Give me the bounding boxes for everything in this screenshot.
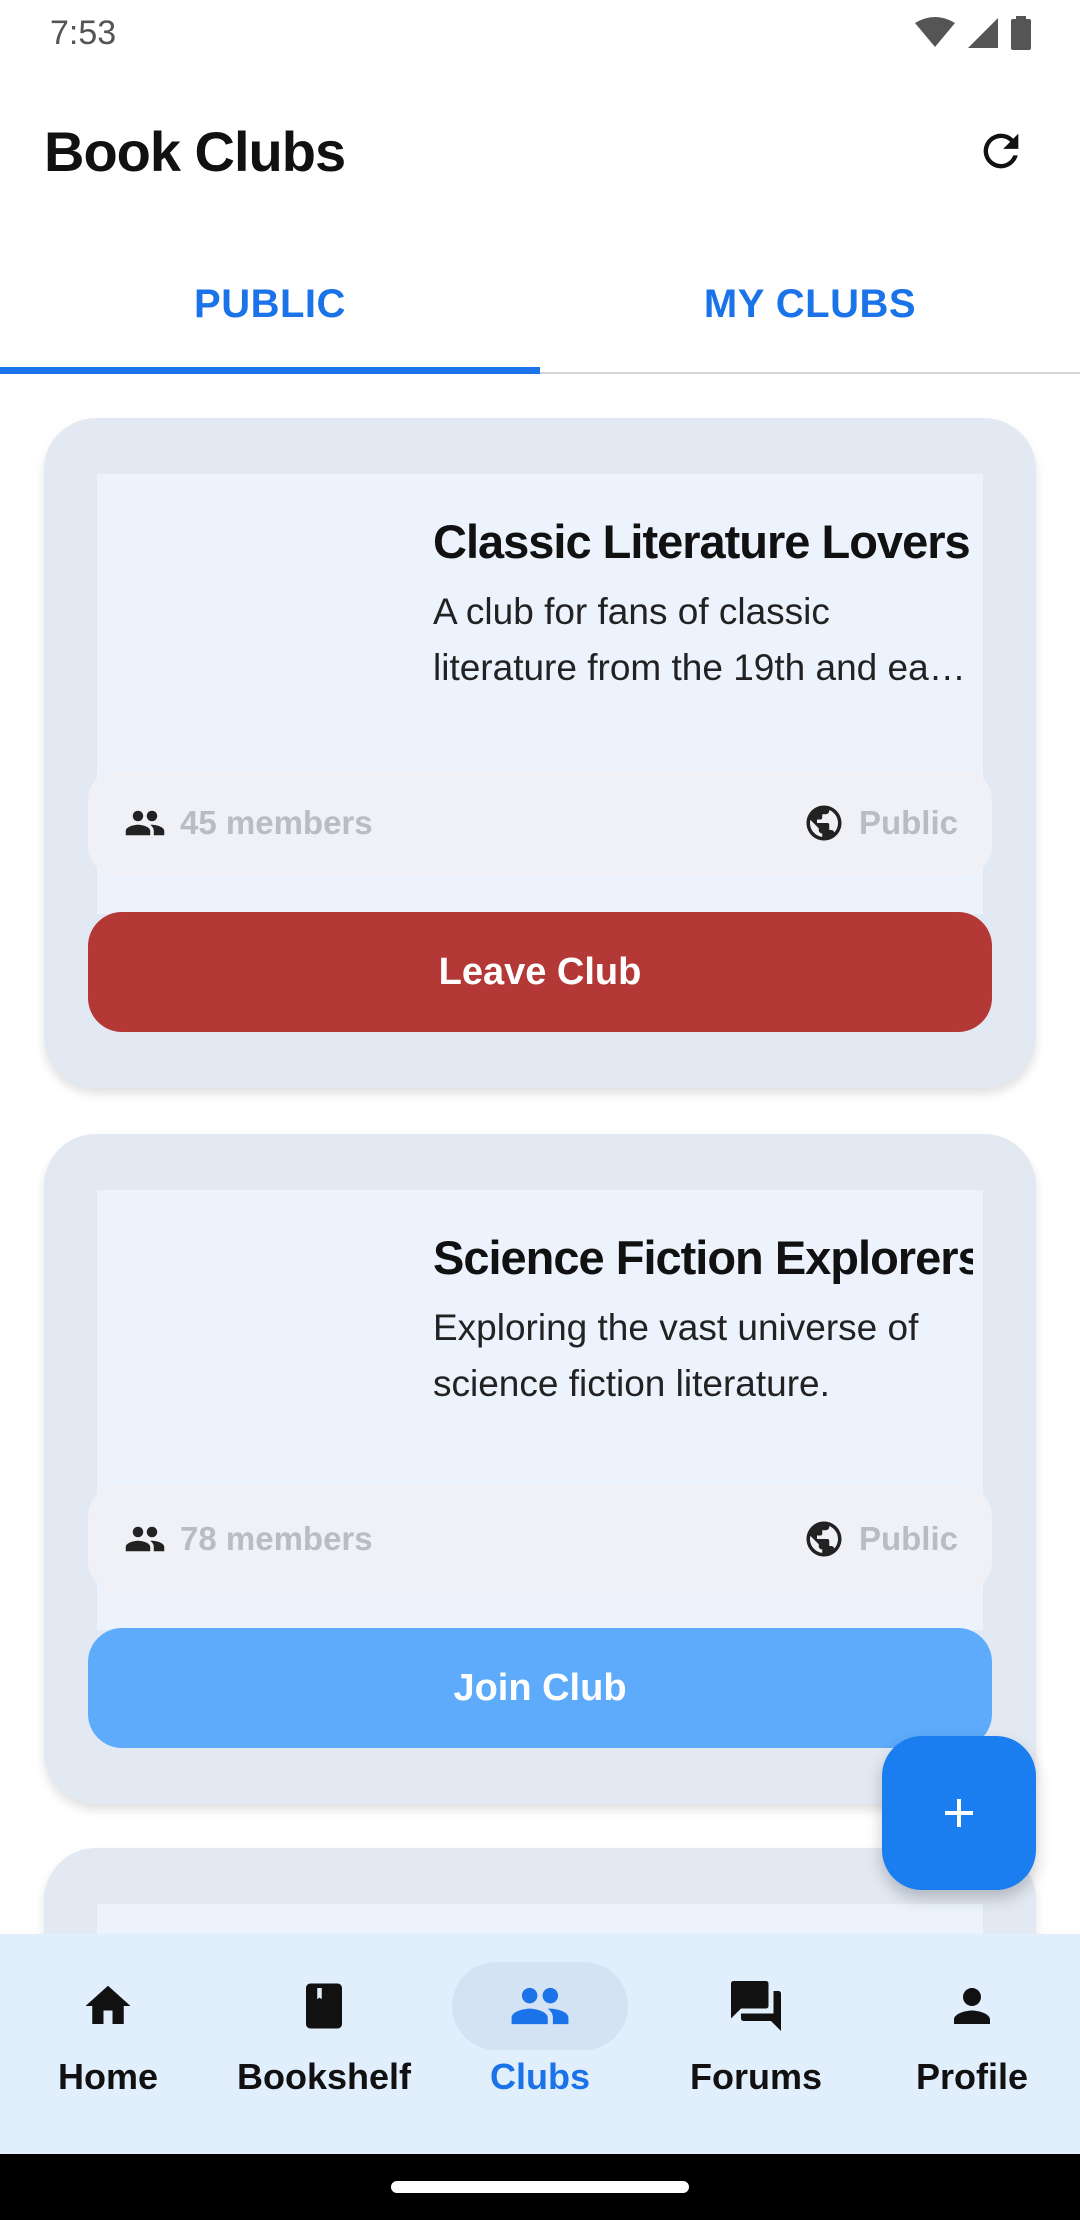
status-bar: 7:53: [0, 0, 1080, 66]
tab-bar: PUBLIC MY CLUBS: [0, 236, 1080, 374]
create-club-button[interactable]: [882, 1736, 1036, 1890]
group-icon: [125, 1526, 165, 1552]
group-icon: [125, 810, 165, 836]
tab-my-clubs[interactable]: MY CLUBS: [540, 236, 1080, 372]
app-bar: Book Clubs: [0, 66, 1080, 236]
club-description: A club for fans of classic literature fr…: [433, 591, 968, 688]
nav-profile[interactable]: Profile: [864, 1934, 1080, 2154]
nav-icon-container: [236, 1962, 412, 2050]
nav-label: Profile: [915, 2056, 1029, 2097]
visibility-label: Public: [858, 804, 958, 841]
club-list[interactable]: Classic Literature Lovers A club for fan…: [0, 376, 1080, 1934]
visibility-label: Public: [858, 1520, 958, 1557]
join-club-button[interactable]: Join Club: [88, 1628, 992, 1748]
nav-label: Bookshelf: [236, 2056, 412, 2097]
member-count: 45 members: [124, 802, 373, 844]
nav-label: Forums: [689, 2056, 822, 2097]
club-name: Classic Literature Lovers: [433, 515, 971, 568]
refresh-icon: [983, 133, 1019, 169]
leave-club-button[interactable]: Leave Club: [88, 912, 992, 1032]
status-time: 7:53: [50, 13, 117, 52]
club-card[interactable]: Science Fiction Explorers Exploring the …: [44, 1134, 1036, 1804]
nav-bookshelf[interactable]: Bookshelf: [216, 1934, 432, 2154]
plus-icon: [945, 1799, 973, 1827]
member-count: 78 members: [124, 1518, 373, 1560]
member-count-label: 45 members: [180, 804, 373, 841]
globe-icon: [806, 805, 842, 841]
person-icon: [954, 1988, 990, 2024]
nav-label: Clubs: [489, 2056, 590, 2097]
club-card-content: [97, 1904, 983, 1934]
club-meta-row: 45 members Public: [88, 770, 992, 876]
group-icon: [511, 1987, 569, 2025]
signal-icon: [968, 18, 998, 48]
bottom-navigation: Home Bookshelf Clubs Forums Profile: [0, 1934, 1080, 2154]
forum-icon: [731, 1981, 781, 2031]
wifi-icon: [915, 17, 955, 47]
nav-label: Home: [57, 2056, 159, 2097]
refresh-button[interactable]: [966, 116, 1036, 186]
club-card[interactable]: Classic Literature Lovers A club for fan…: [44, 418, 1036, 1088]
visibility: Public: [803, 802, 958, 844]
page-title: Book Clubs: [44, 119, 346, 183]
club-description: Exploring the vast universe of science f…: [433, 1307, 919, 1404]
battery-icon: [1011, 16, 1031, 50]
club-meta-row: 78 members Public: [88, 1486, 992, 1592]
nav-home[interactable]: Home: [0, 1934, 216, 2154]
home-gesture-handle[interactable]: [391, 2181, 689, 2193]
nav-clubs[interactable]: Clubs: [432, 1934, 648, 2154]
nav-icon-container: [884, 1962, 1060, 2050]
nav-icon-container: [20, 1962, 196, 2050]
club-name: Science Fiction Explorers: [433, 1231, 973, 1284]
club-cover-image: [97, 1190, 377, 1470]
globe-icon: [806, 1521, 842, 1557]
visibility: Public: [803, 1518, 958, 1560]
tab-public[interactable]: PUBLIC: [0, 236, 540, 374]
status-icons: [914, 16, 1032, 50]
club-cover-image: [97, 474, 377, 754]
bookshelf-icon: [306, 1983, 342, 2029]
nav-icon-container: [452, 1962, 628, 2050]
member-count-label: 78 members: [180, 1520, 373, 1557]
home-icon: [85, 1985, 131, 2024]
system-gesture-bar: [0, 2154, 1080, 2220]
nav-forums[interactable]: Forums: [648, 1934, 864, 2154]
nav-icon-container: [668, 1962, 844, 2050]
